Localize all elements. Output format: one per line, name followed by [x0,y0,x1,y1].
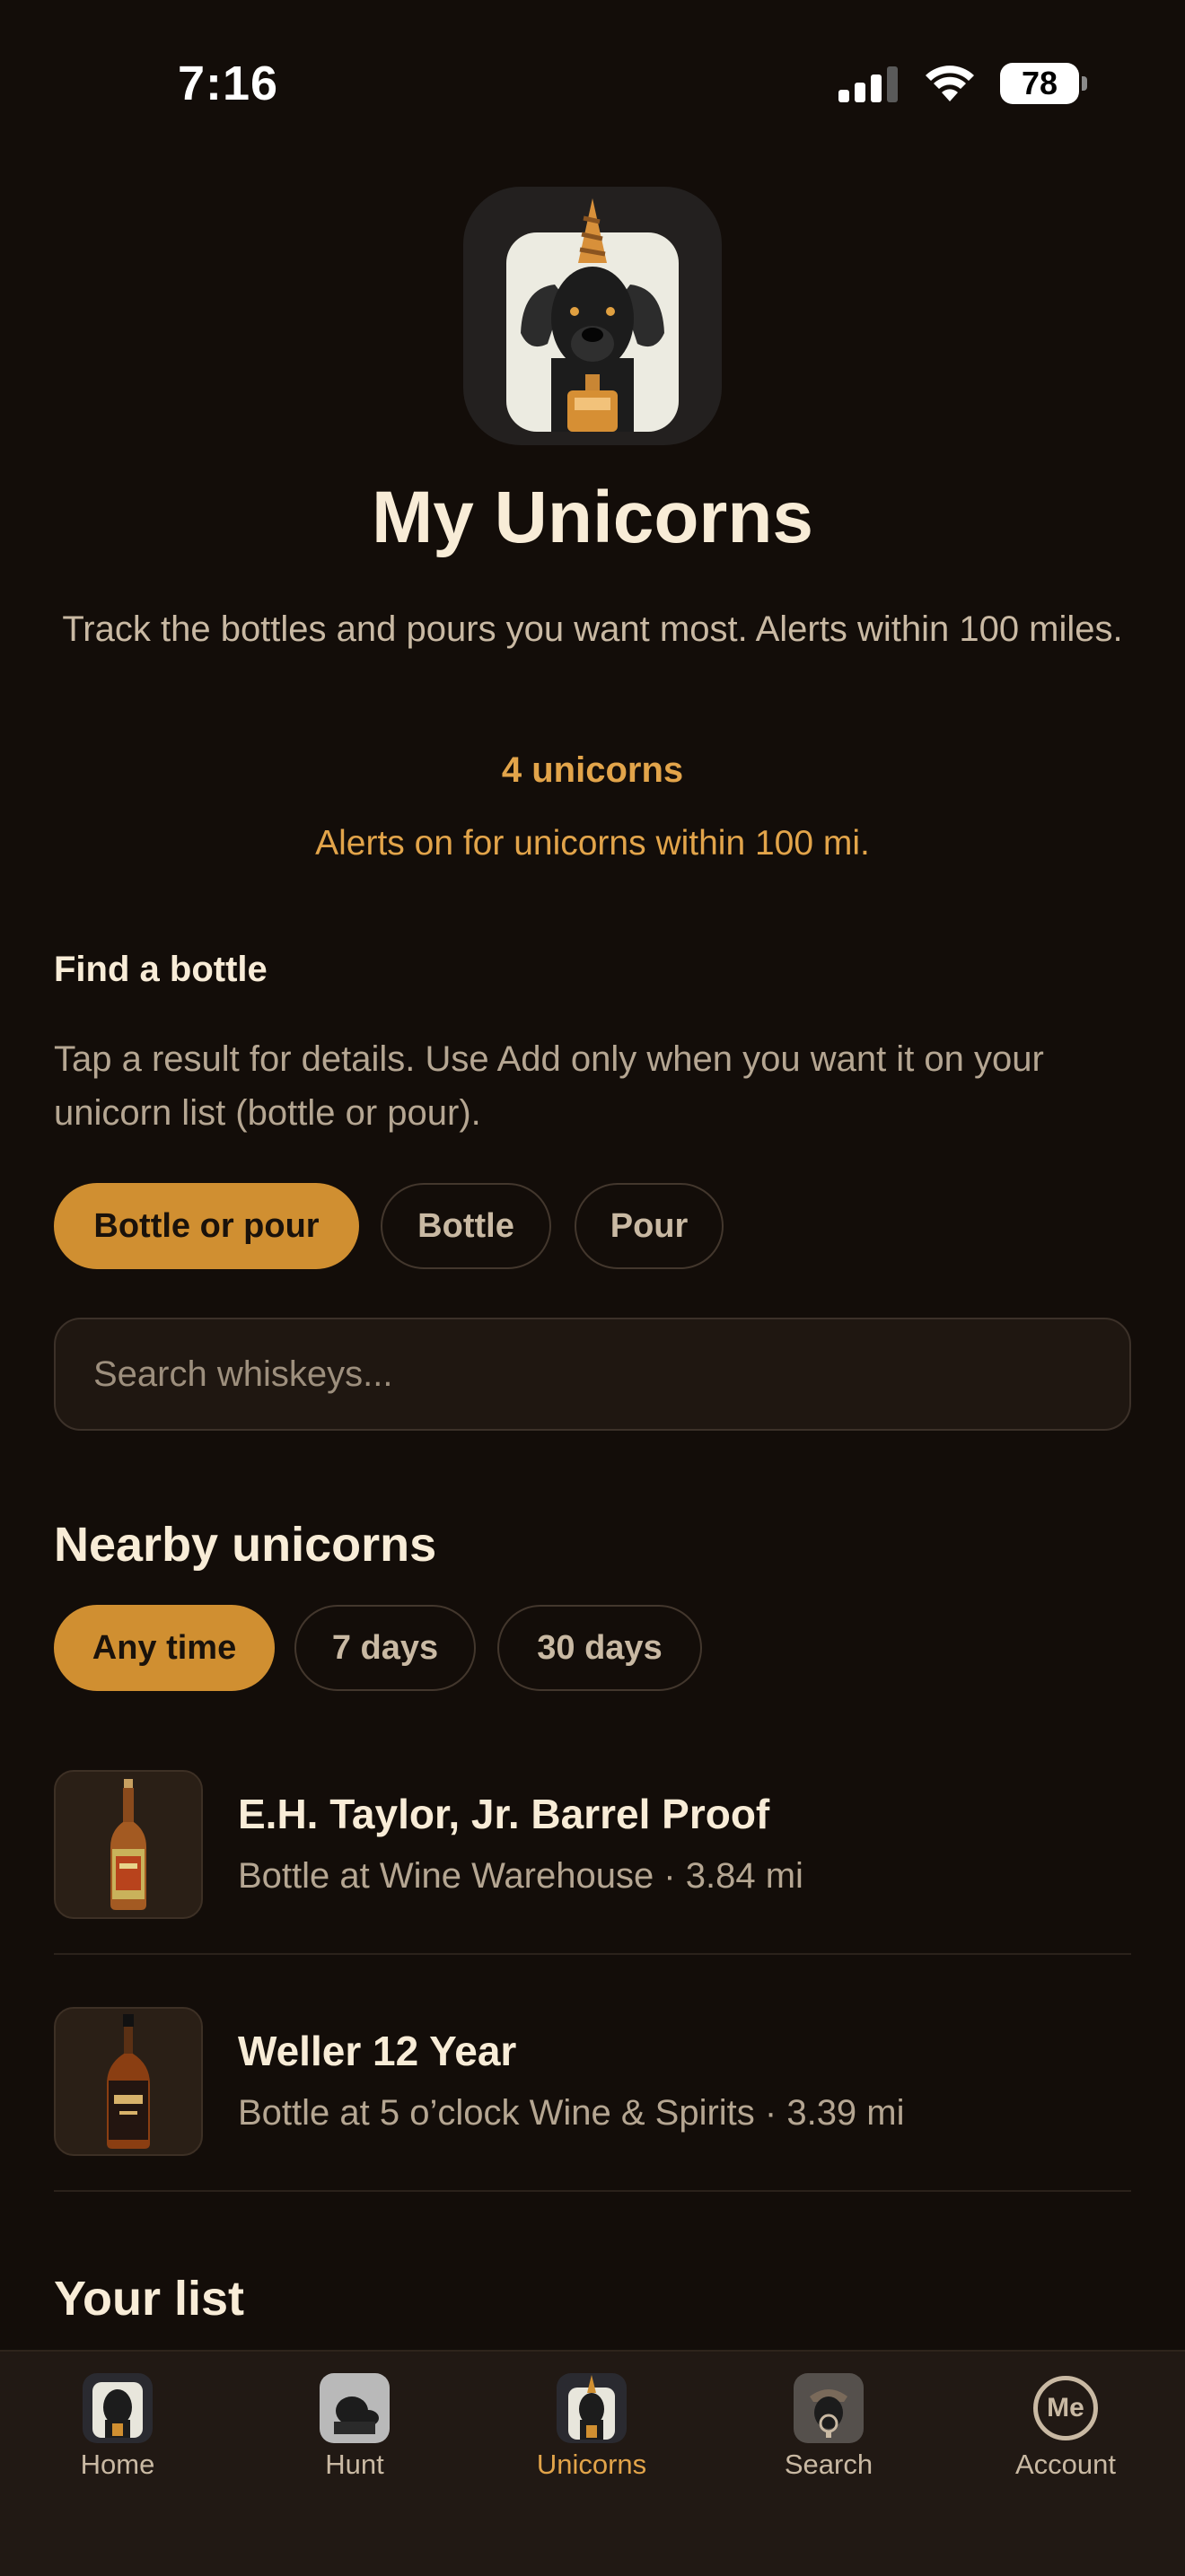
dog-magnifier-icon [794,2373,864,2443]
unicorn-dog-icon [557,2373,627,2443]
nearby-unicorn-item[interactable]: E.H. Taylor, Jr. Barrel Proof Bottle at … [54,1770,1131,1950]
account-initials: Me [1033,2376,1098,2440]
alerts-note: Alerts on for unicorns within 100 mi. [315,824,870,863]
time-chip-7-days[interactable]: 7 days [294,1605,476,1691]
tab-search-label: Search [784,2449,873,2480]
bottle-thumbnail [54,2007,203,2156]
unicorn-count: 4 unicorns [501,750,684,790]
status-icons: 78 [838,63,1087,104]
filter-chip-bottle-or-pour[interactable]: Bottle or pour [54,1183,359,1269]
page-subtitle: Track the bottles and pours you want mos… [62,609,1123,649]
find-bottle-help: Tap a result for details. Use Add only w… [54,1039,1044,1133]
tab-bar: Home Hunt Unicorns Search Me Account [0,2350,1185,2576]
tab-hunt-label: Hunt [325,2449,384,2480]
tab-home[interactable]: Home [28,2373,207,2490]
item-detail: Bottle at Wine Warehouse · 3.84 mi [238,1856,803,1896]
cellular-signal-icon [838,66,898,102]
tab-search[interactable]: Search [739,2373,918,2490]
weller-bottle-icon [107,2014,150,2149]
me-avatar-icon: Me [1031,2373,1101,2443]
tab-account-label: Account [1014,2449,1116,2480]
time-chip-any-time[interactable]: Any time [54,1605,275,1691]
bottle-thumbnail [54,1770,203,1919]
dog-logo-icon [83,2373,153,2443]
app-logo [463,187,722,445]
page-title: My Unicorns [371,477,814,558]
item-name: Weller 12 Year [238,2028,517,2074]
list-divider [54,2190,1131,2192]
tab-unicorns-label: Unicorns [536,2449,647,2480]
battery-icon: 78 [1000,63,1087,104]
unicorn-dog-logo-icon [506,198,679,432]
nearby-unicorn-item[interactable]: Weller 12 Year Bottle at 5 o’clock Wine … [54,2007,1131,2186]
filter-chip-bottle[interactable]: Bottle [381,1183,551,1269]
tab-home-label: Home [80,2449,155,2480]
find-bottle-heading: Find a bottle [54,950,268,989]
search-input[interactable] [56,1319,1129,1429]
tab-account[interactable]: Me Account [976,2373,1155,2490]
filter-chip-pour[interactable]: Pour [575,1183,724,1269]
item-detail: Bottle at 5 o’clock Wine & Spirits · 3.3… [238,2093,905,2133]
status-time: 7:16 [178,57,279,110]
your-list-heading: Your list [54,2272,245,2326]
tab-hunt[interactable]: Hunt [265,2373,444,2490]
time-chip-30-days[interactable]: 30 days [497,1605,702,1691]
ehtaylor-bottle-icon [110,1779,146,1910]
search-box [54,1318,1131,1431]
status-bar: 7:16 78 [0,0,1185,171]
tab-unicorns[interactable]: Unicorns [502,2373,681,2490]
dog-tracking-icon [320,2373,390,2443]
list-divider [54,1953,1131,1955]
item-name: E.H. Taylor, Jr. Barrel Proof [238,1791,770,1837]
wifi-icon [926,66,974,101]
nearby-unicorns-heading: Nearby unicorns [54,1518,437,1572]
